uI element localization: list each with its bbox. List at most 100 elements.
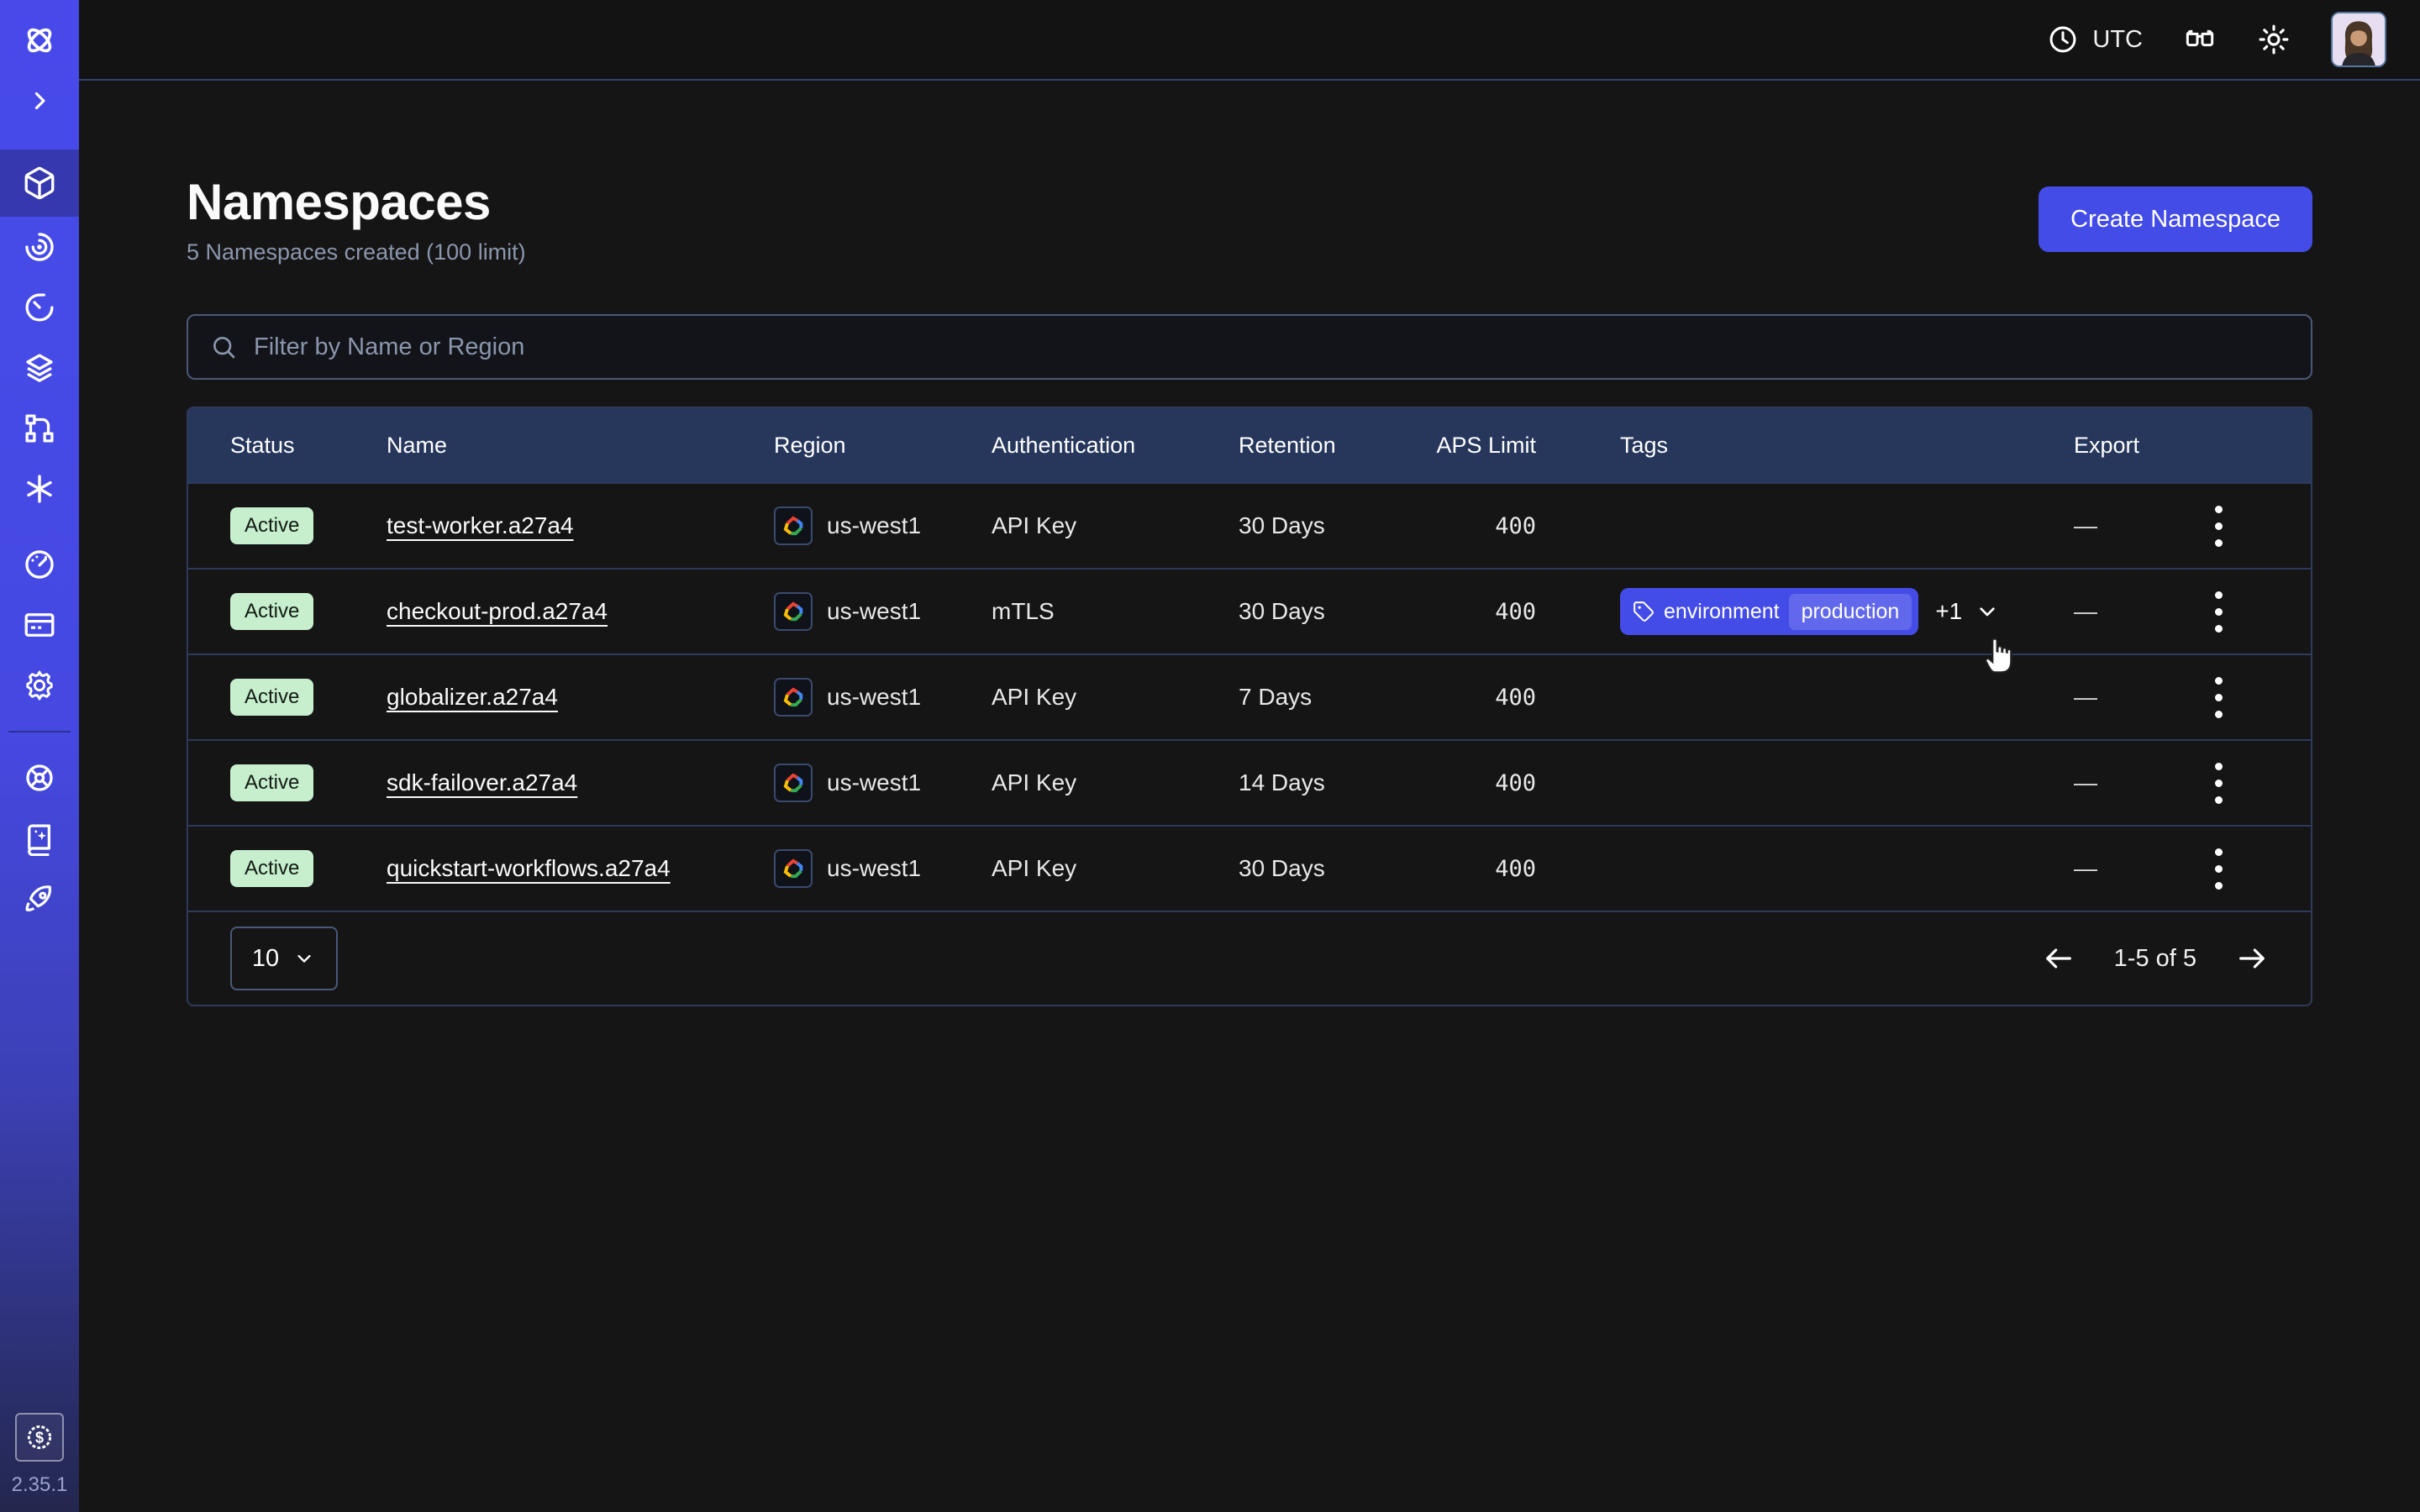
version-label: 2.35.1 bbox=[12, 1473, 68, 1497]
status-badge: Active bbox=[230, 593, 313, 630]
billing-badge-button[interactable]: $ bbox=[15, 1413, 64, 1462]
tag-key: environment bbox=[1664, 600, 1780, 624]
sidebar-item-usage[interactable] bbox=[0, 534, 79, 595]
export-value: — bbox=[2074, 684, 2168, 711]
gcp-region-icon bbox=[774, 507, 813, 545]
col-status: Status bbox=[230, 433, 387, 459]
main-content: Namespaces 5 Namespaces created (100 lim… bbox=[79, 81, 2420, 1512]
sidebar-item-settings[interactable] bbox=[0, 655, 79, 716]
region-label: us-west1 bbox=[827, 769, 921, 796]
pagination-range: 1-5 of 5 bbox=[2114, 945, 2196, 973]
gcp-region-icon bbox=[774, 678, 813, 717]
sidebar-item-namespaces[interactable] bbox=[0, 150, 79, 217]
sidebar: $ 2.35.1 bbox=[0, 0, 79, 1512]
export-value: — bbox=[2074, 598, 2168, 625]
col-region: Region bbox=[774, 433, 992, 459]
sidebar-item-docs[interactable] bbox=[0, 808, 79, 869]
sidebar-item-layers[interactable] bbox=[0, 338, 79, 398]
sidebar-divider bbox=[8, 731, 71, 732]
tag-icon bbox=[1633, 601, 1655, 622]
row-menu-button[interactable] bbox=[2207, 669, 2231, 727]
retention-value: 30 Days bbox=[1239, 512, 1430, 539]
tag-pill[interactable]: environment production bbox=[1620, 588, 1918, 635]
branch-icon bbox=[22, 411, 57, 446]
row-menu-button[interactable] bbox=[2207, 754, 2231, 812]
sidebar-item-billing[interactable] bbox=[0, 595, 79, 655]
auth-value: API Key bbox=[992, 769, 1239, 796]
row-menu-button[interactable] bbox=[2207, 583, 2231, 641]
export-value: — bbox=[2074, 855, 2168, 882]
col-aps-limit: APS Limit bbox=[1430, 433, 1536, 459]
region-label: us-west1 bbox=[827, 855, 921, 882]
timer-icon bbox=[22, 290, 57, 325]
dollar-badge-icon: $ bbox=[24, 1422, 55, 1452]
labs-glasses-button[interactable] bbox=[2183, 23, 2217, 56]
arrow-right-icon bbox=[2235, 942, 2269, 975]
namespaces-table: Status Name Region Authentication Retent… bbox=[187, 407, 2312, 1006]
create-namespace-button[interactable]: Create Namespace bbox=[2039, 186, 2312, 252]
docs-book-icon bbox=[22, 821, 57, 856]
gcp-region-icon bbox=[774, 764, 813, 802]
next-page-button[interactable] bbox=[2235, 942, 2269, 975]
table-footer: 10 1-5 of 5 bbox=[188, 911, 2311, 1005]
temporal-logo-icon[interactable] bbox=[0, 0, 79, 81]
namespace-link[interactable]: test-worker.a27a4 bbox=[387, 512, 574, 539]
usage-gauge-icon bbox=[22, 547, 57, 582]
user-avatar[interactable] bbox=[2331, 12, 2386, 67]
billing-card-icon bbox=[22, 607, 57, 643]
sidebar-item-timer[interactable] bbox=[0, 277, 79, 338]
tags-expand-chevron[interactable] bbox=[1974, 598, 2001, 625]
glasses-icon bbox=[2183, 23, 2217, 56]
sidebar-item-spiral[interactable] bbox=[0, 217, 79, 277]
namespace-link[interactable]: globalizer.a27a4 bbox=[387, 684, 558, 711]
spiral-icon bbox=[22, 229, 57, 265]
support-wheel-icon bbox=[22, 760, 57, 795]
namespace-link[interactable]: sdk-failover.a27a4 bbox=[387, 769, 577, 796]
timezone-selector[interactable]: UTC bbox=[2047, 24, 2143, 55]
filter-input[interactable] bbox=[254, 333, 2289, 361]
status-badge: Active bbox=[230, 507, 313, 544]
aps-value: 400 bbox=[1430, 513, 1536, 539]
row-menu-button[interactable] bbox=[2207, 840, 2231, 898]
clock-icon bbox=[2047, 24, 2079, 55]
auth-value: API Key bbox=[992, 855, 1239, 882]
sidebar-item-getting-started[interactable] bbox=[0, 869, 79, 929]
chevron-down-icon bbox=[292, 947, 316, 970]
col-export: Export bbox=[2074, 433, 2168, 459]
page-size-select[interactable]: 10 bbox=[230, 927, 338, 990]
namespace-link[interactable]: quickstart-workflows.a27a4 bbox=[387, 855, 671, 882]
namespace-link[interactable]: checkout-prod.a27a4 bbox=[387, 598, 608, 625]
expand-chevron-icon[interactable] bbox=[0, 81, 79, 121]
page-subtitle: 5 Namespaces created (100 limit) bbox=[187, 239, 526, 265]
prev-page-button[interactable] bbox=[2042, 942, 2075, 975]
status-badge: Active bbox=[230, 764, 313, 801]
page-title: Namespaces bbox=[187, 173, 526, 231]
namespaces-cube-icon bbox=[22, 165, 57, 201]
col-authentication: Authentication bbox=[992, 433, 1239, 459]
auth-value: API Key bbox=[992, 512, 1239, 539]
arrow-left-icon bbox=[2042, 942, 2075, 975]
col-name: Name bbox=[387, 433, 774, 459]
table-row: Active quickstart-workflows.a27a4 us-wes… bbox=[188, 825, 2311, 911]
sidebar-item-support[interactable] bbox=[0, 748, 79, 808]
chevron-down-icon bbox=[1974, 598, 2001, 625]
export-value: — bbox=[2074, 769, 2168, 796]
theme-toggle-button[interactable] bbox=[2257, 23, 2291, 56]
aps-value: 400 bbox=[1430, 599, 1536, 625]
region-label: us-west1 bbox=[827, 684, 921, 711]
aps-value: 400 bbox=[1430, 770, 1536, 796]
region-label: us-west1 bbox=[827, 598, 921, 625]
layers-icon bbox=[22, 350, 57, 386]
settings-gear-icon bbox=[22, 668, 57, 703]
asterisk-icon bbox=[22, 471, 57, 507]
sidebar-item-branch[interactable] bbox=[0, 398, 79, 459]
gcp-region-icon bbox=[774, 849, 813, 888]
filter-box bbox=[187, 314, 2312, 380]
aps-value: 400 bbox=[1430, 685, 1536, 711]
status-badge: Active bbox=[230, 679, 313, 716]
retention-value: 30 Days bbox=[1239, 598, 1430, 625]
row-menu-button[interactable] bbox=[2207, 497, 2231, 555]
export-value: — bbox=[2074, 512, 2168, 539]
col-retention: Retention bbox=[1239, 433, 1430, 459]
sidebar-item-asterisk[interactable] bbox=[0, 459, 79, 519]
